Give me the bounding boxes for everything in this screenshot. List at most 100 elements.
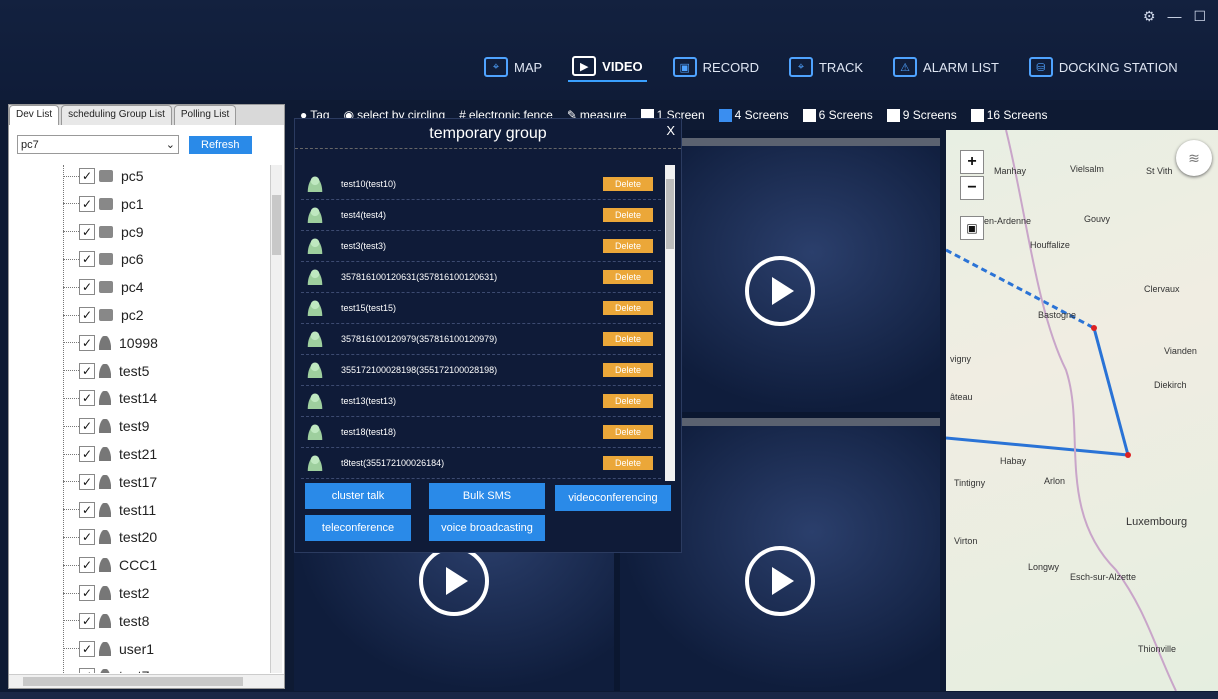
play-icon[interactable] [745,256,815,326]
refresh-button[interactable]: Refresh [189,135,252,154]
device-panel: Dev List scheduling Group List Polling L… [8,104,285,689]
map-routes [946,130,1177,691]
tree-node[interactable]: ✓ pc6 [63,248,144,270]
tree-node[interactable]: ✓ pc5 [63,165,144,187]
screen-4[interactable]: 4 Screens [718,108,789,122]
tab-scheduling-group-list[interactable]: scheduling Group List [61,105,172,125]
tree-node[interactable]: ✓ test2 [63,582,149,604]
zoom-out-button[interactable]: − [960,176,984,200]
zoom-in-button[interactable]: + [960,150,984,174]
tree-node[interactable]: ✓ pc1 [63,193,144,215]
teleconference-button[interactable]: teleconference [305,515,411,541]
maximize-button[interactable]: ☐ [1193,8,1206,25]
checkbox[interactable]: ✓ [79,195,95,212]
checkbox[interactable]: ✓ [79,557,95,574]
nav-map[interactable]: ⌖ MAP [480,52,546,82]
checkbox[interactable]: ✓ [79,418,95,435]
checkbox[interactable]: ✓ [79,501,95,518]
tree-connector [63,397,79,399]
layers-icon[interactable]: ≋ [1176,140,1212,176]
checkbox[interactable]: ✓ [79,446,95,462]
nav-record[interactable]: ▣ RECORD [669,52,763,82]
tree-node[interactable]: ✓ CCC1 [63,554,157,576]
map-label: vigny [950,354,972,364]
tree-node-label: pc4 [121,279,144,296]
minimize-button[interactable]: — [1167,8,1181,25]
nav-docking-station[interactable]: ⛁ DOCKING STATION [1025,52,1182,82]
checkbox[interactable]: ✓ [79,251,95,268]
device-select[interactable]: pc7 ⌄ [17,135,179,154]
delete-button[interactable]: Delete [602,270,653,284]
checkbox[interactable]: ✓ [79,640,95,657]
checkbox[interactable]: ✓ [79,612,95,629]
tree-vertical-scrollbar[interactable] [270,165,282,673]
tree-node-label: pc6 [121,251,144,268]
videoconferencing-button[interactable]: videoconferencing [555,485,671,511]
checkbox[interactable]: ✓ [79,168,95,184]
play-icon[interactable] [745,546,815,616]
checkbox[interactable]: ✓ [79,334,95,351]
tab-polling-list[interactable]: Polling List [173,105,237,125]
tab-dev-list[interactable]: Dev List [9,105,60,125]
close-button[interactable]: X [666,123,675,138]
voice-broadcasting-button[interactable]: voice broadcasting [429,515,545,541]
fullscreen-button[interactable]: ▣ [960,216,984,240]
tree-node[interactable]: ✓ test5 [63,360,149,382]
tree-node[interactable]: ✓ test7 [63,665,149,673]
tree-node[interactable]: ✓ test9 [63,415,149,437]
map-label: Gouvy [1084,214,1111,224]
computer-icon [99,170,113,182]
tree-node[interactable]: ✓ test17 [63,471,157,493]
map-label: Vielsalm [1070,164,1104,174]
tree-node[interactable]: ✓ pc2 [63,304,144,326]
tree-node[interactable]: ✓ user1 [63,638,154,660]
checkbox[interactable]: ✓ [79,390,95,407]
map-label: Tintigny [954,478,986,488]
tree-node[interactable]: ✓ test20 [63,526,157,548]
delete-button[interactable]: Delete [602,239,653,253]
delete-button[interactable]: Delete [602,208,653,222]
checkbox[interactable]: ✓ [79,668,95,673]
tree-node[interactable]: ✓ test14 [63,387,157,409]
screen-6[interactable]: 6 Screens [802,108,873,122]
screen-16[interactable]: 16 Screens [970,108,1047,122]
nav-alarm-list[interactable]: ⚠ ALARM LIST [889,52,1003,82]
delete-button[interactable]: Delete [602,394,653,408]
delete-button[interactable]: Delete [602,332,653,346]
screen-9[interactable]: 9 Screens [886,108,957,122]
tree-node[interactable]: ✓ test11 [63,499,156,521]
checkbox[interactable]: ✓ [79,529,95,546]
delete-button[interactable]: Delete [602,177,653,191]
checkbox[interactable]: ✓ [79,223,95,240]
scroll-thumb[interactable] [666,179,674,249]
cluster-talk-button[interactable]: cluster talk [305,483,411,509]
scroll-thumb[interactable] [23,677,243,686]
delete-button[interactable]: Delete [602,425,653,439]
user-icon [99,641,111,656]
tree-node[interactable]: ✓ test8 [63,610,149,632]
settings-icon[interactable]: ⚙ [1143,8,1156,25]
delete-button[interactable]: Delete [602,363,653,377]
delete-button[interactable]: Delete [602,301,653,315]
tree-node[interactable]: ✓ test21 [63,443,157,465]
tree-node[interactable]: ✓ pc4 [63,276,144,298]
play-icon[interactable] [419,546,489,616]
checkbox[interactable]: ✓ [79,307,95,323]
screen-9-label: 9 Screens [902,108,957,122]
checkbox[interactable]: ✓ [79,585,95,601]
scroll-thumb[interactable] [272,195,281,255]
checkbox[interactable]: ✓ [79,473,95,490]
tree-node[interactable]: ✓ 10998 [63,332,158,354]
checkbox[interactable]: ✓ [79,362,95,379]
nav-video[interactable]: ▶ VIDEO [568,52,647,82]
checkbox[interactable]: ✓ [79,279,95,296]
tree-horizontal-scrollbar[interactable] [9,674,284,688]
nav-track[interactable]: ⌖ TRACK [785,52,867,82]
tree-node[interactable]: ✓ pc9 [63,221,144,243]
docking-icon: ⛁ [1028,57,1053,77]
map-view[interactable]: + − ▣ ≋ Manhay Vielsalm St Vith Gouvy en… [946,130,1218,691]
tree-node-label: test11 [119,501,157,518]
member-list-scrollbar[interactable] [665,165,675,481]
bulk-sms-button[interactable]: Bulk SMS [429,483,545,509]
delete-button[interactable]: Delete [602,456,653,470]
